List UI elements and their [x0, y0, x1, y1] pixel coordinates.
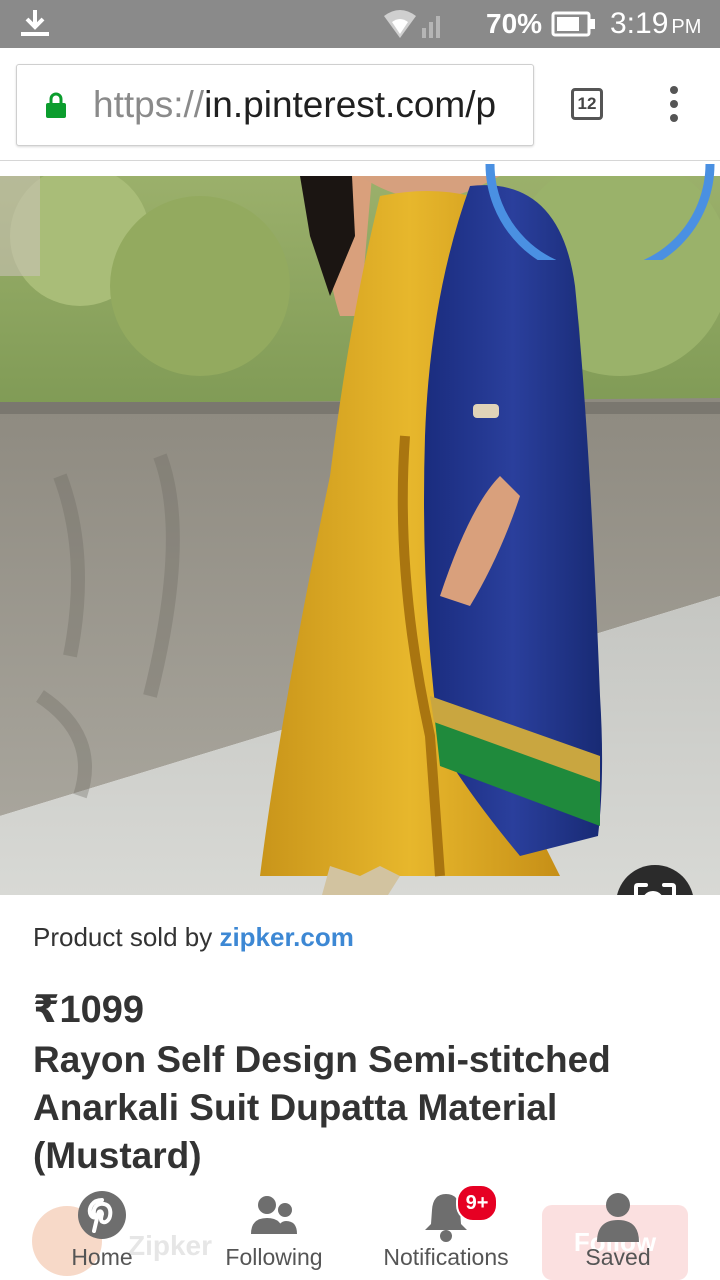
download-icon: [21, 10, 49, 36]
bottom-nav: Home Following 9+ Notifications Saved: [0, 1184, 720, 1280]
clock: 3:19 PM: [610, 7, 702, 40]
profile-icon: [597, 1193, 639, 1242]
nav-notifications[interactable]: 9+ Notifications: [376, 1184, 516, 1280]
nav-home-label: Home: [71, 1244, 133, 1270]
nav-saved[interactable]: Saved: [560, 1186, 676, 1280]
address-bar[interactable]: https://in.pinterest.com/p: [16, 64, 534, 146]
wifi-signal-icon: [384, 10, 440, 38]
url-text: https://in.pinterest.com/p: [93, 84, 497, 125]
nav-notifications-label: Notifications: [383, 1244, 509, 1270]
status-bar: 70% 3:19 PM: [0, 0, 720, 48]
product-title: Rayon Self Design Semi-stitched Anarkali…: [33, 1039, 611, 1176]
nav-saved-label: Saved: [585, 1244, 651, 1270]
product-image[interactable]: [0, 176, 720, 895]
seller-link[interactable]: zipker.com: [219, 922, 353, 952]
visual-search-icon: [634, 883, 676, 895]
notifications-badge: 9+: [456, 1184, 498, 1222]
battery-icon: [551, 11, 595, 37]
people-icon: [251, 1196, 297, 1234]
lock-icon: [46, 92, 66, 118]
browser-toolbar: https://in.pinterest.com/p 12: [0, 48, 720, 161]
nav-following[interactable]: Following: [210, 1186, 338, 1280]
product-price: ₹1099: [33, 989, 144, 1031]
pinterest-logo-icon: [78, 1191, 126, 1239]
nav-home[interactable]: Home: [40, 1186, 164, 1280]
overflow-menu-icon[interactable]: [662, 86, 686, 126]
nav-following-label: Following: [225, 1244, 323, 1270]
visual-search-button[interactable]: [616, 865, 694, 895]
product-photo-illustration: [0, 176, 720, 895]
seller-line: Product sold by zipker.com: [33, 922, 354, 952]
tab-switcher-button[interactable]: 12: [571, 88, 603, 120]
battery-percent: 70%: [486, 8, 543, 39]
